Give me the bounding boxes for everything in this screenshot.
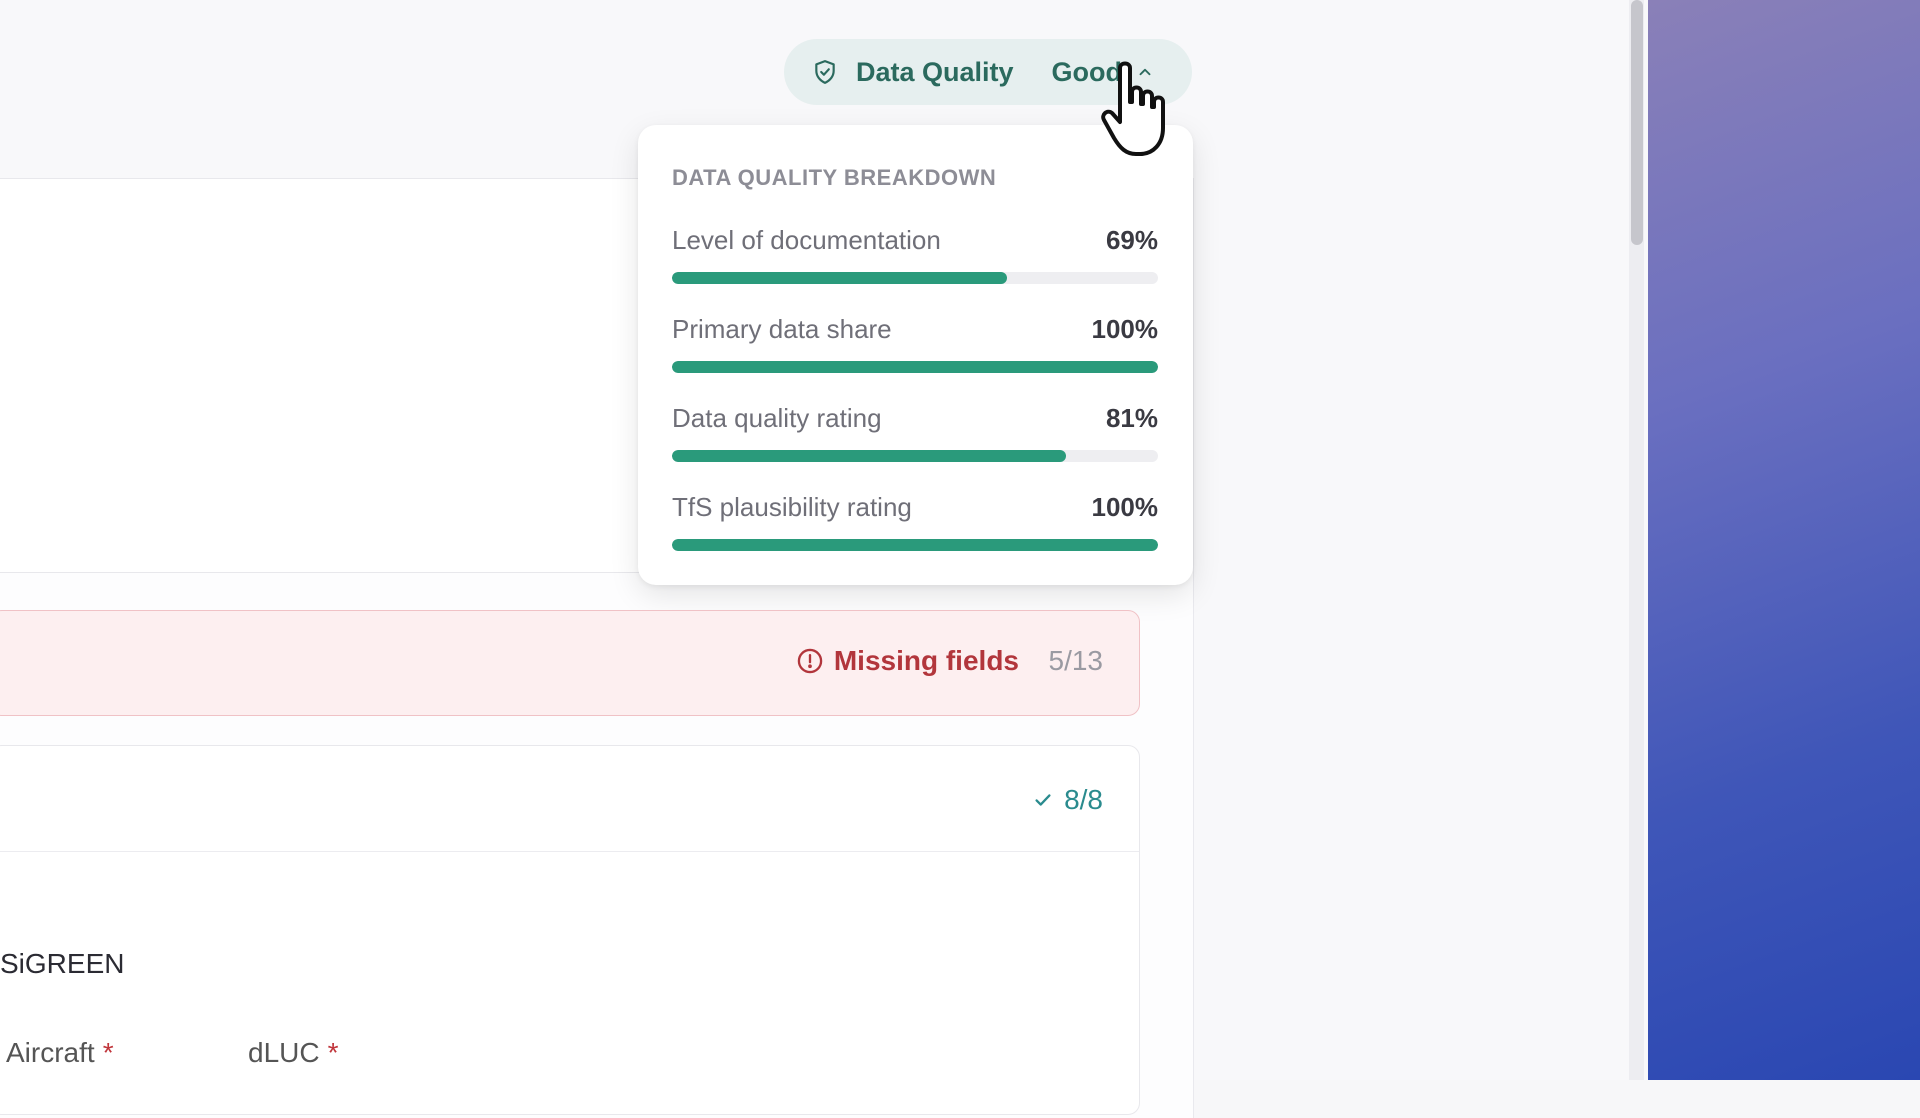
- missing-fields-count: 5/13: [1048, 645, 1104, 676]
- progress-fill: [672, 450, 1066, 462]
- required-marker: *: [102, 1037, 114, 1068]
- field-label-text: dLUC: [248, 1037, 320, 1068]
- shield-check-icon: [812, 59, 838, 85]
- form-section-title: SiGREEN: [0, 948, 125, 979]
- background-gradient: [1648, 0, 1920, 1080]
- metric-value: 100%: [1091, 314, 1159, 344]
- progress-track: [672, 539, 1158, 551]
- data-quality-label: Data Quality: [856, 56, 1014, 87]
- missing-fields-label: Missing fields: [833, 645, 1019, 676]
- progress-fill: [672, 361, 1158, 373]
- complete-fields-indicator: 8/8: [1032, 784, 1103, 816]
- field-label-aircraft: Aircraft *: [6, 1037, 114, 1069]
- metric-tfs-plausibility-rating: TfS plausibility rating 100%: [672, 492, 1158, 562]
- metric-label: TfS plausibility rating: [672, 492, 912, 522]
- progress-track: [672, 272, 1158, 284]
- section-divider: [0, 851, 1139, 852]
- metric-label: Primary data share: [672, 314, 892, 344]
- scrollbar-thumb[interactable]: [1631, 0, 1643, 245]
- field-label-dluc: dLUC *: [248, 1037, 339, 1069]
- metric-primary-data-share: Primary data share 100%: [672, 314, 1158, 384]
- missing-fields-indicator: Missing fields: [796, 645, 1019, 677]
- metric-value: 81%: [1105, 403, 1158, 433]
- missing-fields-section[interactable]: Missing fields 5/13: [0, 610, 1140, 716]
- complete-fields-count: 8/8: [1064, 784, 1103, 815]
- check-icon: [1032, 789, 1054, 811]
- required-marker: *: [327, 1037, 339, 1068]
- pointer-hand-cursor-icon: [1101, 61, 1165, 156]
- progress-fill: [672, 539, 1158, 551]
- metric-data-quality-rating: Data quality rating 81%: [672, 403, 1158, 473]
- metric-value: 69%: [1105, 225, 1158, 255]
- metric-label: Data quality rating: [672, 403, 882, 433]
- data-quality-dropdown: DATA QUALITY BREAKDOWN Level of document…: [638, 125, 1193, 585]
- alert-circle-icon: [796, 647, 824, 675]
- progress-track: [672, 361, 1158, 373]
- metric-label: Level of documentation: [672, 225, 941, 255]
- progress-fill: [672, 272, 1008, 284]
- field-label-text: Aircraft: [6, 1037, 95, 1068]
- metric-value: 100%: [1091, 492, 1159, 522]
- dropdown-title: DATA QUALITY BREAKDOWN: [672, 165, 997, 190]
- progress-track: [672, 450, 1158, 462]
- complete-fields-section[interactable]: 8/8: [0, 745, 1140, 1115]
- metric-level-of-documentation: Level of documentation 69%: [672, 225, 1158, 295]
